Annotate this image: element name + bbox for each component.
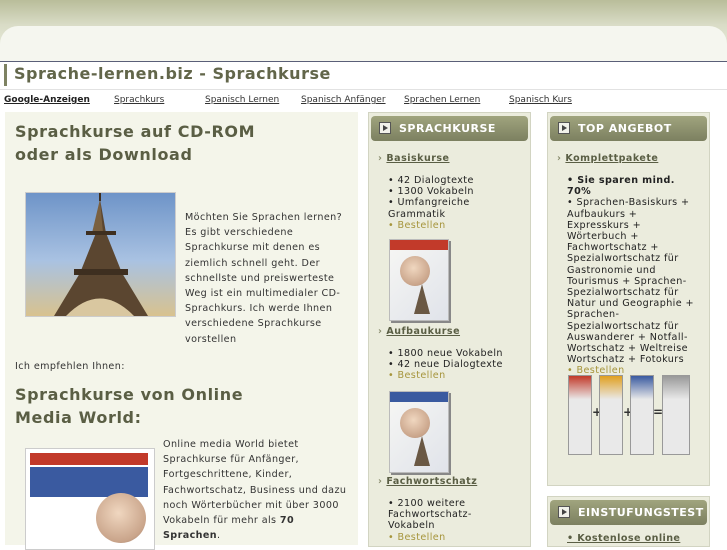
play-button-icon[interactable] [558, 506, 570, 518]
play-button-icon[interactable] [379, 122, 391, 134]
ad-link-row: Google-Anzeigen Sprachkurs Spanisch Lern… [0, 89, 727, 113]
top-angebot-header: TOP ANGEBOT [550, 116, 707, 141]
heading-online-media-world: Sprachkurse von Online Media World: [15, 385, 244, 427]
box-face-image [96, 493, 146, 543]
einstufungstest-link[interactable]: • Kostenlose online [567, 533, 680, 544]
google-ads-label: Google-Anzeigen [4, 95, 90, 105]
komplettpaket-bundle-image: + + = [568, 375, 690, 457]
sprachkurse-header: SPRACHKURSE [371, 116, 528, 141]
basiskurs-product-image [389, 239, 449, 321]
title-accent-bar [4, 64, 7, 86]
order-link[interactable]: • Bestellen [388, 370, 518, 381]
box-red-band [30, 453, 148, 465]
top-banner [0, 0, 727, 62]
basiskurse-list: • 42 Dialogtexte • 1300 Vokabeln • Umfan… [388, 175, 518, 231]
komplettpakete-list: • Sie sparen mind. 70% • Sprachen-Basisk… [567, 175, 699, 377]
box-blue-band [30, 467, 148, 497]
ad-link-sprachkurs[interactable]: Sprachkurs [114, 95, 164, 105]
ad-link-spanisch-anfaenger[interactable]: Spanisch Anfänger [301, 95, 386, 105]
language-course-box-image [25, 448, 155, 550]
play-button-icon[interactable] [558, 122, 570, 134]
einstufungstest-header: EINSTUFUNGSTEST [550, 500, 707, 525]
order-link[interactable]: • Bestellen [388, 532, 518, 543]
main-area: Sprachkurse auf CD-ROM oder als Download… [0, 112, 727, 550]
top-angebot-panel: TOP ANGEBOT › Komplettpakete • Sie sparen… [547, 112, 710, 486]
ad-link-spanisch-kurs[interactable]: Spanisch Kurs [509, 95, 572, 105]
eiffel-tower-illustration [54, 193, 148, 316]
aufbaukurse-list: • 1800 neue Vokabeln • 42 neue Dialogtex… [388, 348, 518, 382]
section-fachwortschatz[interactable]: › Fachwortschatz [378, 476, 477, 487]
omw-paragraph: Online media World bietet Sprachkurse fü… [163, 439, 347, 542]
intro-paragraph: Möchten Sie Sprachen lernen? Es gibt ver… [185, 212, 343, 345]
site-title: Sprache-lernen.biz - Sprachkurse [14, 64, 331, 83]
ad-link-sprachen-lernen[interactable]: Sprachen Lernen [404, 95, 480, 105]
savings-highlight: • Sie sparen mind. 70% [567, 175, 675, 198]
komplettpaket-description: • Sprachen-Basiskurs + Aufbaukurs + Expr… [567, 197, 694, 366]
order-link[interactable]: • Bestellen [388, 220, 518, 231]
fachwortschatz-list: • 2100 weitere Fachwortschatz-Vokabeln •… [388, 498, 518, 543]
chevron-right-icon: › [378, 476, 383, 487]
section-aufbaukurse[interactable]: › Aufbaukurse [378, 326, 460, 337]
heading-cd-rom: Sprachkurse auf CD-ROM oder als Download [15, 122, 256, 164]
chevron-right-icon: › [378, 153, 383, 164]
eiffel-tower-photo [25, 192, 176, 317]
recommend-text: Ich empfehlen Ihnen: [15, 361, 125, 372]
chevron-right-icon: › [378, 326, 383, 337]
einstufungstest-panel: EINSTUFUNGSTEST • Kostenlose online [547, 496, 710, 547]
banner-swoosh [0, 26, 727, 62]
aufbaukurs-product-image [389, 391, 449, 473]
sprachkurse-panel: SPRACHKURSE › Basiskurse • 42 Dialogtexte… [368, 112, 531, 547]
title-bar: Sprache-lernen.biz - Sprachkurse [0, 61, 727, 90]
ad-link-spanisch-lernen[interactable]: Spanisch Lernen [205, 95, 279, 105]
chevron-right-icon: › [557, 153, 562, 164]
section-komplettpakete[interactable]: › Komplettpakete [557, 153, 658, 164]
main-content-column: Sprachkurse auf CD-ROM oder als Download… [5, 112, 358, 550]
section-basiskurse[interactable]: › Basiskurse [378, 153, 450, 164]
